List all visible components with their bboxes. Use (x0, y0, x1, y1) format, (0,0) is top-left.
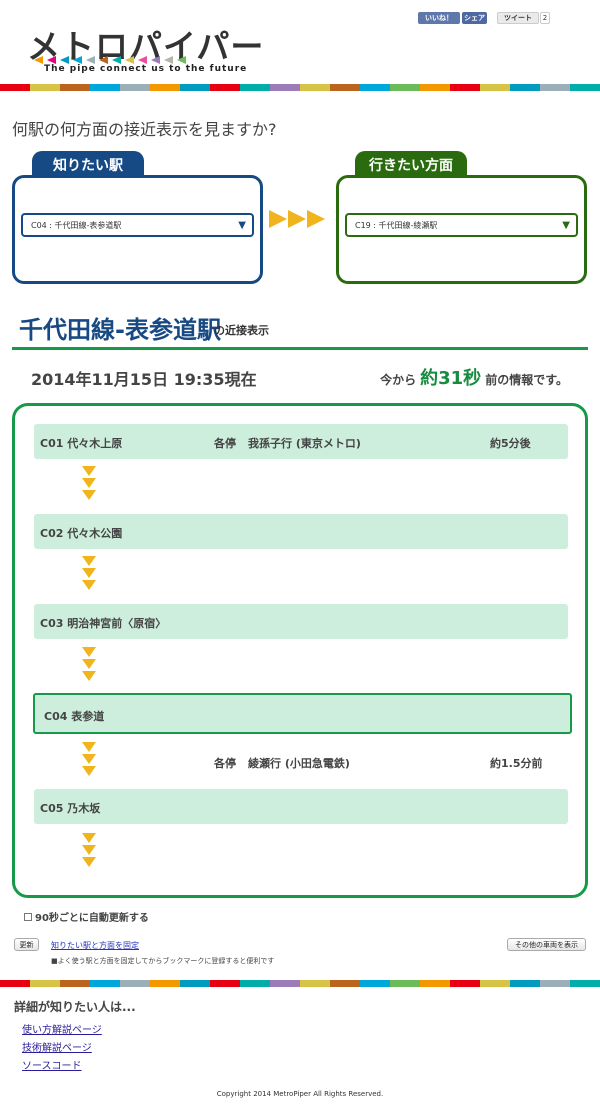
station-title-suffix: の近接表示 (214, 324, 269, 337)
from-station-value: C04 : 千代田線-表参道駅 (31, 220, 122, 230)
logo-decoration (34, 56, 234, 64)
color-stripe-top (0, 84, 600, 91)
source-code-link[interactable]: ソースコード (22, 1057, 82, 1072)
station-name: C04 表参道 (44, 710, 105, 723)
station-row: C02 代々木公園 (34, 514, 568, 549)
facebook-like-button[interactable]: いいね！ (418, 12, 460, 24)
auto-refresh-label: 90秒ごとに自動更新する (35, 913, 149, 924)
station-row-current: C04 表参道 (33, 693, 572, 734)
refresh-button[interactable]: 更新 (14, 938, 39, 951)
current-datetime: 2014年11月15日 19:35現在 (31, 370, 257, 389)
train-info: 各停 綾瀬行 (小田急電鉄) 約1.5分前 (0, 752, 600, 772)
facebook-share-button[interactable]: シェア (462, 12, 487, 24)
station-name: C03 明治神宮前〈原宿〉 (40, 617, 167, 630)
station-row: C03 明治神宮前〈原宿〉 (34, 604, 568, 639)
show-other-trains-button[interactable]: その他の車両を表示 (507, 938, 586, 951)
down-arrows-icon (82, 556, 96, 592)
tweet-count: 2 (540, 12, 550, 24)
to-direction-value: C19 : 千代田線-綾瀬駅 (355, 220, 438, 230)
fix-station-link[interactable]: 知りたい駅と方面を固定 (51, 940, 139, 951)
auto-refresh-checkbox[interactable] (24, 912, 32, 921)
divider (12, 347, 588, 350)
train-eta: 約1.5分前 (490, 757, 543, 770)
auto-refresh-option[interactable]: 90秒ごとに自動更新する (24, 909, 149, 924)
train-eta: 約5分後 (490, 437, 531, 450)
info-age: 今から 約31秒 前の情報です。 (380, 364, 568, 390)
usage-guide-link[interactable]: 使い方解説ページ (22, 1021, 102, 1036)
dropdown-arrow-icon: ▼ (238, 220, 246, 231)
page-question: 何駅の何方面の接近表示を見ますか? (12, 120, 277, 139)
station-row: C05 乃木坂 (34, 789, 568, 824)
tweet-button[interactable]: ツイート (497, 12, 539, 24)
to-direction-tab: 行きたい方面 (355, 151, 467, 178)
train-type: 各停 (214, 757, 236, 770)
dropdown-arrow-icon: ▼ (562, 220, 570, 231)
to-direction-select[interactable]: C19 : 千代田線-綾瀬駅 ▼ (345, 213, 578, 237)
info-age-suffix: 前の情報です。 (485, 373, 568, 387)
from-station-tab: 知りたい駅 (32, 151, 144, 178)
logo-subtitle: The pipe connect us to the future (44, 64, 248, 74)
station-name: C02 代々木公園 (40, 527, 123, 540)
footer-title: 詳細が知りたい人は... (14, 1000, 136, 1014)
copyright: Copyright 2014 MetroPiper All Rights Res… (216, 1090, 384, 1098)
train-type: 各停 (214, 437, 236, 450)
info-age-prefix: 今から (380, 373, 417, 387)
info-age-seconds: 約31秒 (420, 368, 482, 389)
down-arrows-icon (82, 647, 96, 683)
train-destination: 綾瀬行 (小田急電鉄) (248, 757, 350, 770)
station-name: C05 乃木坂 (40, 802, 101, 815)
train-info: 各停 我孫子行 (東京メトロ) 約5分後 (0, 432, 600, 452)
station-title: 千代田線-表参道駅 (19, 316, 221, 344)
fix-note: ■よく使う駅と方面を固定してからブックマークに登録すると便利です (51, 957, 275, 965)
direction-arrows-icon (269, 210, 325, 228)
down-arrows-icon (82, 466, 96, 502)
tech-guide-link[interactable]: 技術解説ページ (22, 1039, 92, 1054)
from-station-select[interactable]: C04 : 千代田線-表参道駅 ▼ (21, 213, 254, 237)
color-stripe-bottom (0, 980, 600, 987)
down-arrows-icon (82, 833, 96, 869)
train-destination: 我孫子行 (東京メトロ) (248, 437, 361, 450)
